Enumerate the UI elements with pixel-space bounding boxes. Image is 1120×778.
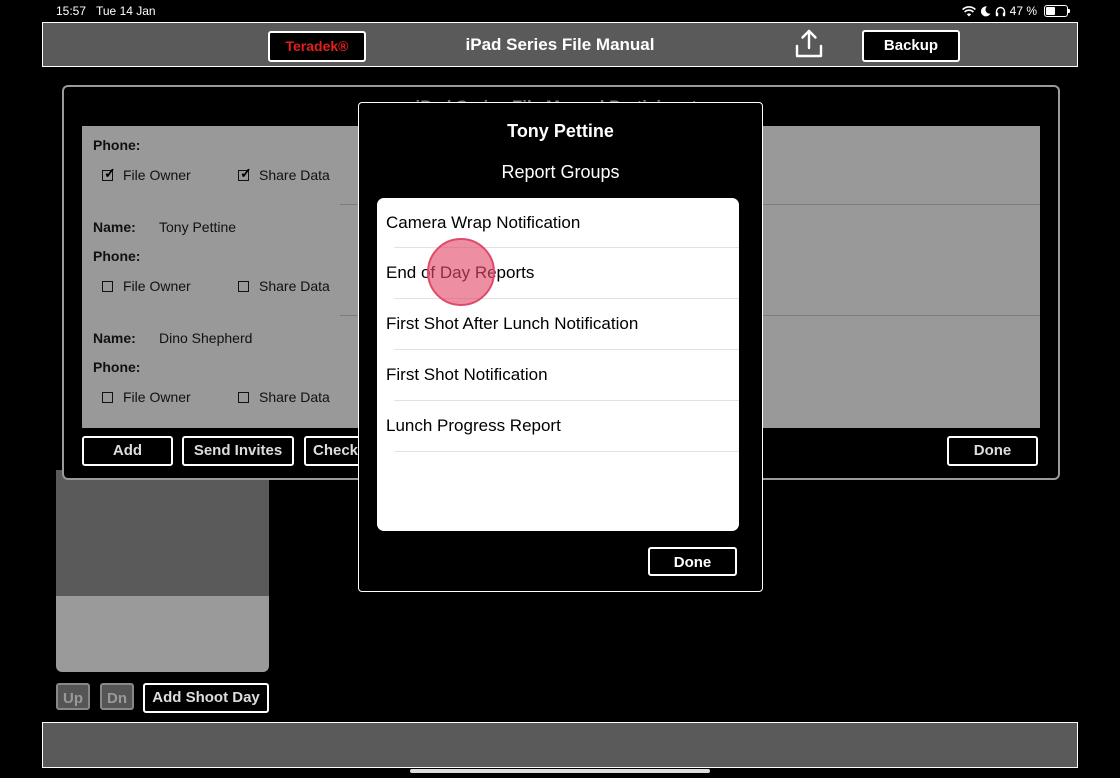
- checkbox-checked-icon: [238, 165, 252, 182]
- backup-button[interactable]: Backup: [862, 30, 960, 62]
- status-time: 15:57: [56, 4, 87, 18]
- checkbox-unchecked-icon: [102, 391, 113, 403]
- list-item-first-shot-after-lunch[interactable]: First Shot After Lunch Notification: [386, 299, 739, 349]
- list-item-first-shot[interactable]: First Shot Notification: [386, 350, 739, 400]
- share-data-checkbox[interactable]: Share Data: [238, 165, 330, 183]
- status-date: Tue 14 Jan: [96, 4, 156, 18]
- file-owner-checkbox[interactable]: File Owner: [102, 165, 191, 183]
- checkbox-unchecked-icon: [238, 280, 249, 292]
- participant-name: Dino Shepherd: [159, 330, 253, 346]
- add-shoot-day-button[interactable]: Add Shoot Day: [143, 683, 269, 713]
- dialog-done-button[interactable]: Done: [648, 547, 737, 576]
- list-item-lunch-progress[interactable]: Lunch Progress Report: [386, 401, 739, 451]
- dialog-title: Tony Pettine: [507, 121, 614, 141]
- bottom-toolbar: [42, 722, 1078, 768]
- moon-icon: [980, 5, 991, 16]
- file-owner-label: File Owner: [123, 278, 191, 294]
- shoot-day-detail: [56, 596, 269, 672]
- checkbox-checked-icon: [102, 165, 116, 182]
- status-bar: 15:57 Tue 14 Jan 47 %: [0, 0, 1120, 22]
- move-up-button[interactable]: Up: [56, 683, 90, 710]
- teradek-button[interactable]: Teradek®: [268, 31, 366, 62]
- phone-label: Phone:: [93, 137, 141, 153]
- name-label: Name:: [93, 219, 136, 235]
- status-indicators: 47 %: [961, 4, 1070, 18]
- dialog-subtitle: Report Groups: [501, 162, 620, 182]
- share-upload-icon[interactable]: [793, 28, 825, 60]
- report-groups-list: Camera Wrap Notification End of Day Repo…: [377, 198, 739, 531]
- move-down-button[interactable]: Dn: [100, 683, 134, 710]
- share-data-label: Share Data: [259, 389, 330, 405]
- phone-label: Phone:: [93, 359, 141, 375]
- file-owner-label: File Owner: [123, 167, 191, 183]
- home-indicator[interactable]: [410, 769, 710, 773]
- battery-icon: [1044, 5, 1070, 17]
- share-data-label: Share Data: [259, 278, 330, 294]
- participants-done-button[interactable]: Done: [947, 436, 1038, 466]
- send-invites-button[interactable]: Send Invites: [182, 436, 294, 466]
- file-owner-label: File Owner: [123, 389, 191, 405]
- file-owner-checkbox[interactable]: File Owner: [102, 389, 191, 405]
- name-label: Name:: [93, 330, 136, 346]
- checkbox-unchecked-icon: [238, 391, 249, 403]
- phone-label: Phone:: [93, 248, 141, 264]
- top-toolbar: iPad Series File Manual Teradek® Backup: [42, 22, 1078, 67]
- touch-indicator: [427, 238, 495, 306]
- list-item-camera-wrap[interactable]: Camera Wrap Notification: [386, 198, 739, 248]
- shoot-day-list: [56, 470, 269, 596]
- file-owner-checkbox[interactable]: File Owner: [102, 278, 191, 294]
- add-participant-button[interactable]: Add: [82, 436, 173, 466]
- share-data-label: Share Data: [259, 167, 330, 183]
- battery-percentage: 47 %: [1009, 4, 1037, 18]
- report-groups-dialog: Tony Pettine Report Groups Camera Wrap N…: [358, 102, 763, 592]
- share-data-checkbox[interactable]: Share Data: [238, 389, 330, 405]
- checkbox-unchecked-icon: [102, 280, 113, 292]
- wifi-icon: [961, 5, 976, 16]
- participant-name: Tony Pettine: [159, 219, 237, 235]
- headphones-icon: [995, 6, 1005, 16]
- list-separator: [394, 451, 739, 452]
- share-data-checkbox[interactable]: Share Data: [238, 278, 330, 294]
